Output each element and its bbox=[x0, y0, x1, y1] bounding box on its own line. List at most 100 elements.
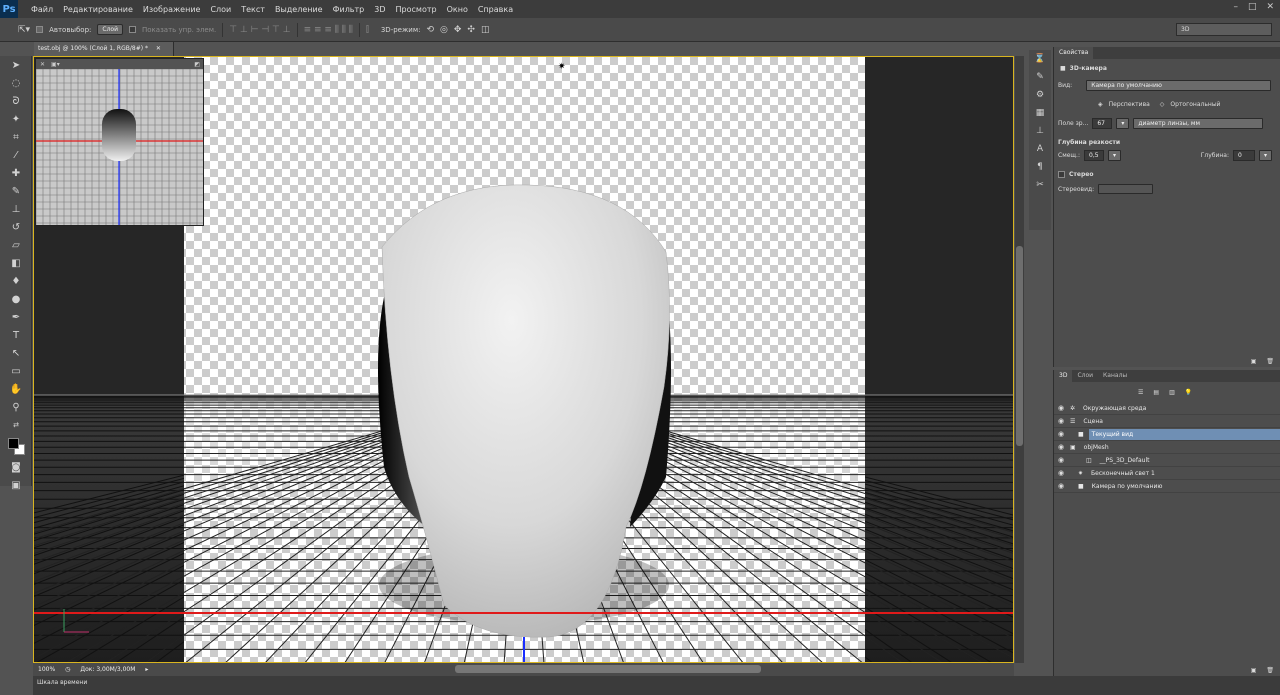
3d-secondary-view[interactable]: ✕ ▣▾ ◩ bbox=[35, 58, 204, 226]
zoom-tool-icon[interactable]: ⚲ bbox=[0, 398, 32, 416]
history-brush-icon[interactable]: ↺ bbox=[0, 218, 32, 236]
screen-mode-icon[interactable]: ▣ bbox=[0, 476, 32, 494]
visibility-eye-icon[interactable]: ◉ bbox=[1054, 456, 1068, 464]
move-tool-icon[interactable]: ➤ bbox=[0, 56, 32, 74]
depth-input[interactable]: 0 bbox=[1232, 150, 1255, 161]
fov-dropdown-arrow[interactable]: ▾ bbox=[1116, 118, 1130, 129]
crop-tool-icon[interactable]: ⌗ bbox=[0, 128, 32, 146]
brush-tool-icon[interactable]: ✎ bbox=[0, 182, 32, 200]
tab-3d[interactable]: 3D bbox=[1054, 370, 1073, 382]
timeline-bar[interactable]: Шкала времени bbox=[33, 676, 1280, 695]
dodge-tool-icon[interactable]: ● bbox=[0, 290, 32, 308]
view-dropdown[interactable]: Камера по умолчанию bbox=[1086, 80, 1272, 91]
rotate-3d-icon[interactable]: ⟲ bbox=[426, 25, 434, 35]
show-controls-checkbox[interactable] bbox=[129, 26, 136, 33]
history-panel-icon[interactable]: ⌛ bbox=[1029, 50, 1051, 68]
maximize-button[interactable]: □ bbox=[1248, 2, 1257, 12]
adjust-panel-icon[interactable]: ⚙ bbox=[1029, 86, 1051, 104]
align-icons[interactable]: ⊤ ⊥ ⊢ ⊣ ⊤ ⊥ bbox=[229, 25, 290, 35]
visibility-eye-icon[interactable]: ◉ bbox=[1054, 404, 1068, 412]
view-select-icon[interactable]: ▣▾ bbox=[51, 61, 60, 68]
document-tab[interactable]: test.obj @ 100% (Слой 1, RGB/8#) * ✕ bbox=[34, 42, 174, 56]
lens-units-dropdown[interactable]: диаметр линзы, мм bbox=[1133, 118, 1264, 129]
menu-help[interactable]: Справка bbox=[473, 5, 518, 14]
tab-layers[interactable]: Слои bbox=[1072, 370, 1098, 382]
stereo-checkbox[interactable] bbox=[1058, 171, 1065, 178]
status-icon[interactable]: ◷ bbox=[65, 666, 70, 673]
close-tab-icon[interactable]: ✕ bbox=[156, 45, 161, 52]
lasso-tool-icon[interactable]: ᘐ bbox=[0, 92, 32, 110]
auto-align-icon[interactable]: ⫿ bbox=[366, 25, 369, 35]
fov-input[interactable]: 67 bbox=[1092, 118, 1113, 129]
hand-tool-icon[interactable]: ✋ bbox=[0, 380, 32, 398]
new-item-icon[interactable]: ▣ bbox=[1251, 667, 1257, 674]
scroll-thumb[interactable] bbox=[1016, 246, 1023, 446]
menu-type[interactable]: Текст bbox=[236, 5, 270, 14]
perspective-label[interactable]: Перспектива bbox=[1109, 101, 1150, 108]
marquee-tool-icon[interactable]: ◌ bbox=[0, 74, 32, 92]
perspective-icon[interactable]: ◈ bbox=[1098, 101, 1103, 108]
scene-item[interactable]: ◉ ■ Текущий вид bbox=[1054, 428, 1280, 441]
menu-3d[interactable]: 3D bbox=[369, 5, 390, 14]
minimize-button[interactable]: – bbox=[1233, 2, 1238, 12]
menu-edit[interactable]: Редактирование bbox=[58, 5, 138, 14]
offset-dropdown-arrow[interactable]: ▾ bbox=[1108, 150, 1122, 161]
menu-window[interactable]: Окно bbox=[442, 5, 473, 14]
zoom-level[interactable]: 100% bbox=[38, 666, 55, 673]
filter-light-icon[interactable]: 💡 bbox=[1185, 389, 1192, 396]
eraser-icon[interactable]: ▱ bbox=[0, 236, 32, 254]
filter-mesh-icon[interactable]: ▤ bbox=[1153, 389, 1159, 396]
healing-brush-icon[interactable]: ✚ bbox=[0, 164, 32, 182]
orthographic-icon[interactable]: ◇ bbox=[1160, 101, 1165, 108]
orthographic-label[interactable]: Ортогональный bbox=[1170, 101, 1220, 108]
stereo-type-dropdown[interactable] bbox=[1098, 184, 1154, 194]
menu-layers[interactable]: Слои bbox=[205, 5, 236, 14]
roll-3d-icon[interactable]: ◎ bbox=[440, 25, 448, 35]
distribute-icons[interactable]: ≡ ≡ ≡ ⫼ ⫼ ⫼ bbox=[304, 25, 353, 35]
visibility-eye-icon[interactable]: ◉ bbox=[1054, 443, 1068, 451]
depth-dropdown-arrow[interactable]: ▾ bbox=[1258, 150, 1272, 161]
eyedropper-icon[interactable]: ⁄ bbox=[0, 146, 32, 164]
brush-panel-icon[interactable]: ✎ bbox=[1029, 68, 1051, 86]
tab-properties[interactable]: Свойства bbox=[1054, 47, 1094, 59]
horizontal-scroll-thumb[interactable] bbox=[455, 665, 761, 673]
render-icon[interactable]: ▣ bbox=[1251, 358, 1257, 365]
tab-channels[interactable]: Каналы bbox=[1098, 370, 1132, 382]
scene-item[interactable]: ◉ ◫ __PS_3D_Default bbox=[1054, 454, 1280, 467]
color-swatches[interactable] bbox=[0, 434, 32, 458]
menu-image[interactable]: Изображение bbox=[138, 5, 206, 14]
move-tool-icon[interactable]: ⇱▾ bbox=[18, 25, 30, 35]
menu-view[interactable]: Просмотр bbox=[391, 5, 442, 14]
menu-file[interactable]: Файл bbox=[26, 5, 58, 14]
filter-scene-icon[interactable]: ☰ bbox=[1138, 389, 1143, 396]
shape-tool-icon[interactable]: ▭ bbox=[0, 362, 32, 380]
character-panel-icon[interactable]: A bbox=[1029, 140, 1051, 158]
stamp-tool-icon[interactable]: ⊥ bbox=[0, 200, 32, 218]
scale-3d-icon[interactable]: ◫ bbox=[481, 25, 490, 35]
swap-view-icon[interactable]: ◩ bbox=[194, 61, 200, 68]
swap-colors-icon[interactable]: ⇄ bbox=[0, 416, 32, 434]
paragraph-panel-icon[interactable]: ¶ bbox=[1029, 158, 1051, 176]
scene-item[interactable]: ◉ ▣ objMesh bbox=[1054, 441, 1280, 454]
path-select-icon[interactable]: ↖ bbox=[0, 344, 32, 362]
slide-3d-icon[interactable]: ✣ bbox=[467, 25, 475, 35]
visibility-eye-icon[interactable]: ◉ bbox=[1054, 482, 1068, 490]
pan-3d-icon[interactable]: ✥ bbox=[454, 25, 462, 35]
vertical-scrollbar[interactable] bbox=[1015, 56, 1024, 663]
swatches-panel-icon[interactable]: ▦ bbox=[1029, 104, 1051, 122]
autoselect-checkbox[interactable] bbox=[36, 26, 44, 33]
filter-material-icon[interactable]: ▥ bbox=[1169, 389, 1175, 396]
clone-panel-icon[interactable]: ⊥ bbox=[1029, 122, 1051, 140]
tool-presets-icon[interactable]: ✂ bbox=[1029, 176, 1051, 194]
visibility-eye-icon[interactable]: ◉ bbox=[1054, 430, 1068, 438]
offset-input[interactable]: 0,5 bbox=[1084, 150, 1104, 161]
magic-wand-icon[interactable]: ✦ bbox=[0, 110, 32, 128]
visibility-eye-icon[interactable]: ◉ bbox=[1054, 469, 1068, 477]
type-tool-icon[interactable]: T bbox=[0, 326, 32, 344]
scene-item[interactable]: ◉ ■ Камера по умолчанию bbox=[1054, 480, 1280, 493]
blur-tool-icon[interactable]: ♦ bbox=[0, 272, 32, 290]
close-view-icon[interactable]: ✕ bbox=[40, 61, 45, 68]
autoselect-dropdown[interactable]: Слой bbox=[97, 24, 123, 35]
visibility-eye-icon[interactable]: ◉ bbox=[1054, 417, 1068, 425]
close-button[interactable]: ✕ bbox=[1266, 2, 1274, 12]
